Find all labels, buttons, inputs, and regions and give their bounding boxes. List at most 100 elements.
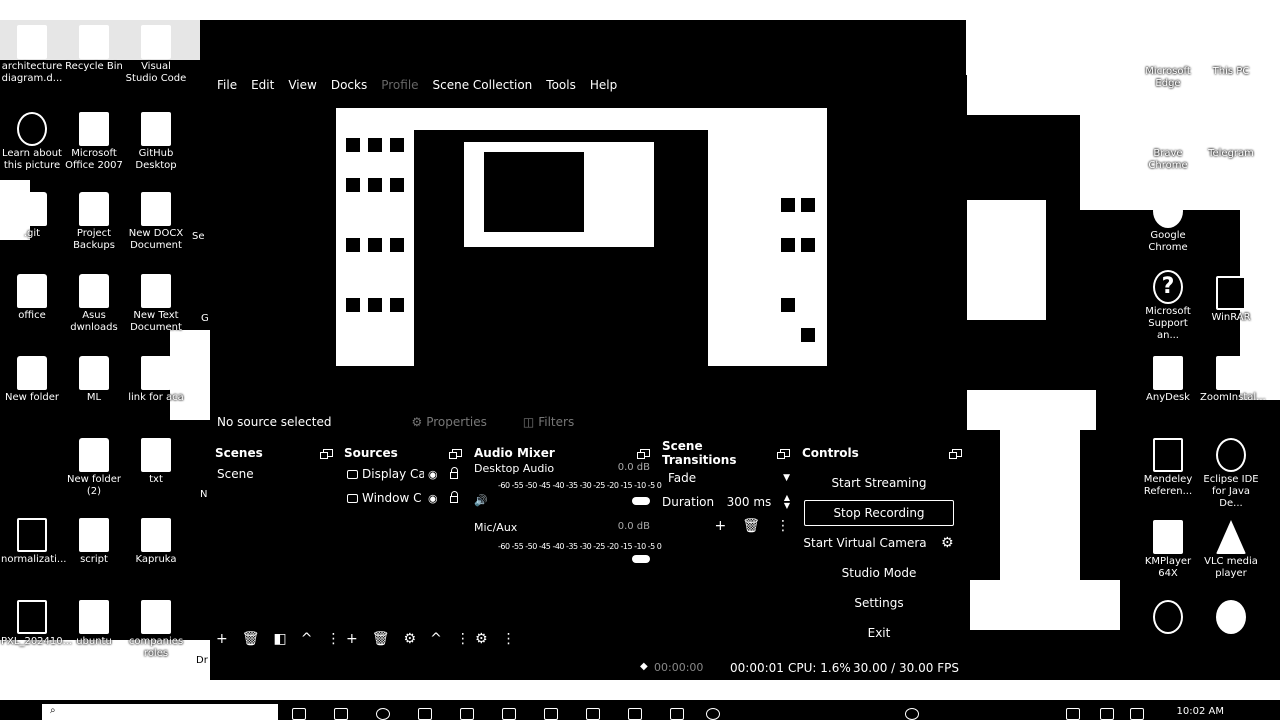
desktop-icon-office[interactable]: office (1, 274, 63, 322)
start-virtual-camera-button[interactable]: Start Virtual Camera (800, 530, 930, 556)
menu-scene-collection[interactable]: Scene Collection (432, 78, 534, 92)
taskbar-clock[interactable]: 10:02 AM (1177, 706, 1224, 717)
task-view-icon[interactable] (292, 708, 306, 720)
undock-icon[interactable] (637, 449, 650, 459)
desktop-icon-architecture[interactable]: architecture diagram.d... (1, 25, 63, 85)
preview-canvas[interactable] (336, 108, 827, 376)
desktop-icon-mendeley[interactable]: Mendeley Referen... (1137, 438, 1199, 498)
menu-docks[interactable]: Docks (330, 78, 368, 92)
desktop-icon-kapruka[interactable]: Kapruka (125, 518, 187, 566)
more-icon[interactable]: ⋮ (776, 518, 790, 534)
desktop-icon-new-text[interactable]: New Text Document (125, 274, 187, 334)
menu-view[interactable]: View (287, 78, 317, 92)
trash-icon[interactable]: 🗑 (742, 518, 760, 534)
app-icon[interactable] (586, 708, 600, 720)
desktop-icon-anydesk[interactable]: AnyDesk (1137, 356, 1199, 404)
studio-mode-button[interactable]: Studio Mode (804, 560, 954, 586)
trash-icon[interactable]: 🗑 (372, 631, 390, 647)
undock-icon[interactable] (777, 449, 790, 459)
file-explorer-icon[interactable] (418, 708, 432, 720)
desktop-icon-vlc[interactable]: VLC media player (1200, 520, 1262, 580)
desktop-icon-new-folder[interactable]: New folder (1, 356, 63, 404)
desktop-icon-zoom[interactable]: ZoomInstal... (1200, 356, 1266, 404)
filters-button[interactable]: ◫ Filters (523, 415, 574, 429)
volume-slider[interactable] (632, 555, 650, 563)
vscode-icon[interactable] (502, 708, 516, 720)
desktop-icon-ml[interactable]: ML (63, 356, 125, 404)
desktop-icon-obs[interactable]: OBS Studio (1137, 600, 1199, 648)
desktop-icon-ubuntu[interactable]: ubuntu (63, 600, 125, 648)
stepper-icon[interactable]: ▲ ▼ (784, 494, 790, 510)
eye-icon[interactable]: ◉ (428, 492, 438, 505)
network-icon[interactable] (1066, 708, 1080, 720)
app-icon[interactable] (334, 708, 348, 720)
desktop-icon-new-folder-2[interactable]: New folder (2) (63, 438, 125, 498)
desktop-icon-eclipse[interactable]: Eclipse IDE for Java De... (1200, 438, 1262, 510)
virtual-camera-settings-icon[interactable]: ⚙ (941, 535, 954, 551)
volume-slider[interactable] (632, 496, 650, 505)
menu-help[interactable]: Help (589, 78, 618, 92)
desktop-icon-pxl[interactable]: PXL_202410... (1, 600, 72, 648)
speaker-icon[interactable]: 🔊 (474, 494, 488, 507)
desktop-icon-link-aca[interactable]: link for aca (125, 356, 187, 404)
properties-button[interactable]: ⚙ Properties (411, 415, 486, 429)
desktop-icon-brave[interactable]: Brave Chrome (1137, 112, 1199, 172)
app-icon[interactable] (544, 708, 558, 720)
desktop-icon-this-pc[interactable]: This PC (1200, 30, 1262, 78)
desktop-icon-ms-support[interactable]: ? Microsoft Support an... (1137, 270, 1199, 342)
store-icon[interactable] (460, 708, 474, 720)
desktop-icon-normalization[interactable]: normalizati... (1, 518, 66, 566)
desktop-icon-webex[interactable]: Webex (1200, 600, 1262, 648)
settings-button[interactable]: Settings (804, 590, 954, 616)
desktop-icon-learn-picture[interactable]: Learn about this picture (1, 112, 63, 172)
desktop-icon-recycle-bin[interactable]: Recycle Bin (63, 25, 125, 73)
chevron-up-icon[interactable]: ^ (301, 631, 313, 647)
desktop-icon-vscode[interactable]: Visual Studio Code (125, 25, 187, 85)
desktop-icon-edge[interactable]: Microsoft Edge (1137, 30, 1199, 90)
obs-icon[interactable] (706, 708, 720, 720)
weather-icon[interactable] (905, 708, 919, 720)
undock-icon[interactable] (449, 449, 462, 459)
desktop-icon-telegram[interactable]: Telegram (1200, 112, 1262, 160)
desktop-icon-txt[interactable]: txt (125, 438, 187, 486)
scene-item[interactable]: Scene (215, 462, 333, 486)
desktop-icon-git[interactable]: .git (1, 192, 63, 240)
app-icon[interactable] (670, 708, 684, 720)
menu-file[interactable]: File (216, 78, 238, 92)
source-item[interactable]: Display Ca ◉ (344, 462, 462, 486)
menu-profile[interactable]: Profile (380, 78, 419, 92)
volume-icon[interactable] (1100, 708, 1114, 720)
duration-input[interactable]: 300 ms (727, 495, 772, 509)
exit-button[interactable]: Exit (804, 620, 954, 646)
lock-icon[interactable] (449, 467, 458, 479)
desktop-icon-companies[interactable]: companies roles (125, 600, 187, 660)
add-icon[interactable]: + (714, 518, 726, 534)
chrome-icon[interactable] (376, 708, 390, 720)
desktop-icon-project-backups[interactable]: Project Backups (63, 192, 125, 252)
desktop-icon-chrome[interactable]: Google Chrome (1137, 194, 1199, 254)
desktop-icon-kmplayer[interactable]: KMPlayer 64X (1137, 520, 1199, 580)
desktop-icon-script[interactable]: script (63, 518, 125, 566)
gear-icon[interactable]: ⚙ (404, 631, 417, 647)
menu-tools[interactable]: Tools (545, 78, 577, 92)
taskbar-search[interactable]: ⌕ (42, 704, 278, 720)
more-icon[interactable]: ⋮ (502, 631, 516, 647)
battery-icon[interactable] (1130, 708, 1144, 720)
more-icon[interactable]: ⋮ (326, 631, 340, 647)
chevron-up-icon[interactable]: ^ (430, 631, 442, 647)
desktop-icon-github[interactable]: GitHub Desktop (125, 112, 187, 172)
trash-icon[interactable]: 🗑 (242, 631, 260, 647)
filter-icon[interactable]: ◧ (274, 631, 287, 647)
transition-select[interactable]: Fade ▼ (662, 466, 790, 490)
menu-edit[interactable]: Edit (250, 78, 275, 92)
app-icon[interactable] (628, 708, 642, 720)
desktop-icon-asus[interactable]: Asus dwnloads (63, 274, 125, 334)
more-icon[interactable]: ⋮ (456, 631, 470, 647)
desktop-icon-office-2007[interactable]: Microsoft Office 2007 (63, 112, 125, 172)
desktop-icon-new-docx[interactable]: New DOCX Document (125, 192, 187, 252)
undock-icon[interactable] (949, 449, 962, 459)
source-item[interactable]: Window C ◉ (344, 486, 462, 510)
undock-icon[interactable] (320, 449, 333, 459)
desktop-icon-winrar[interactable]: WinRAR (1200, 276, 1262, 324)
lock-icon[interactable] (449, 491, 458, 503)
